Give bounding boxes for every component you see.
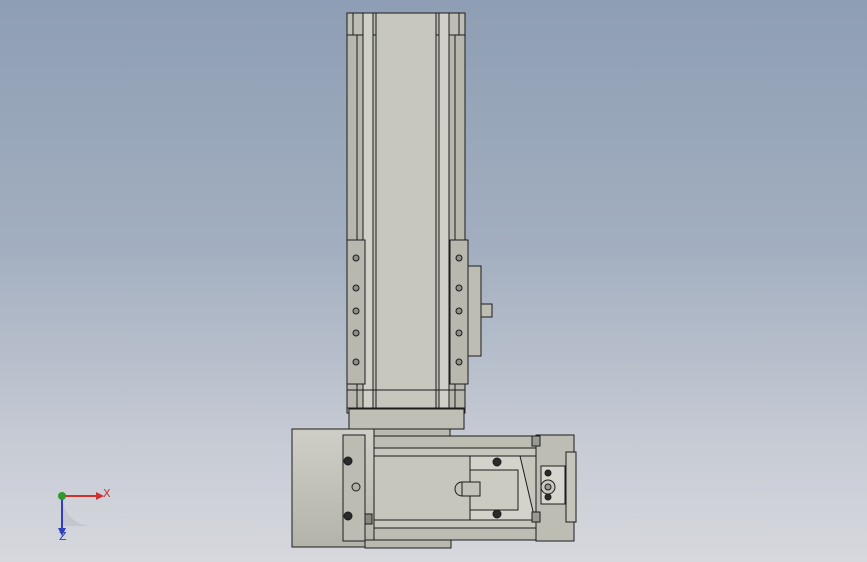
triad-x-label: X [103,487,111,500]
linear-actuator-model[interactable] [0,0,867,562]
3d-viewport[interactable]: X Y Z [0,0,867,562]
right-carriage-plate [449,239,493,385]
triad-y-axis [58,492,66,500]
motor-assembly[interactable] [291,428,577,549]
triad-z-label: Z [59,530,67,543]
left-carriage-plate [346,239,366,385]
